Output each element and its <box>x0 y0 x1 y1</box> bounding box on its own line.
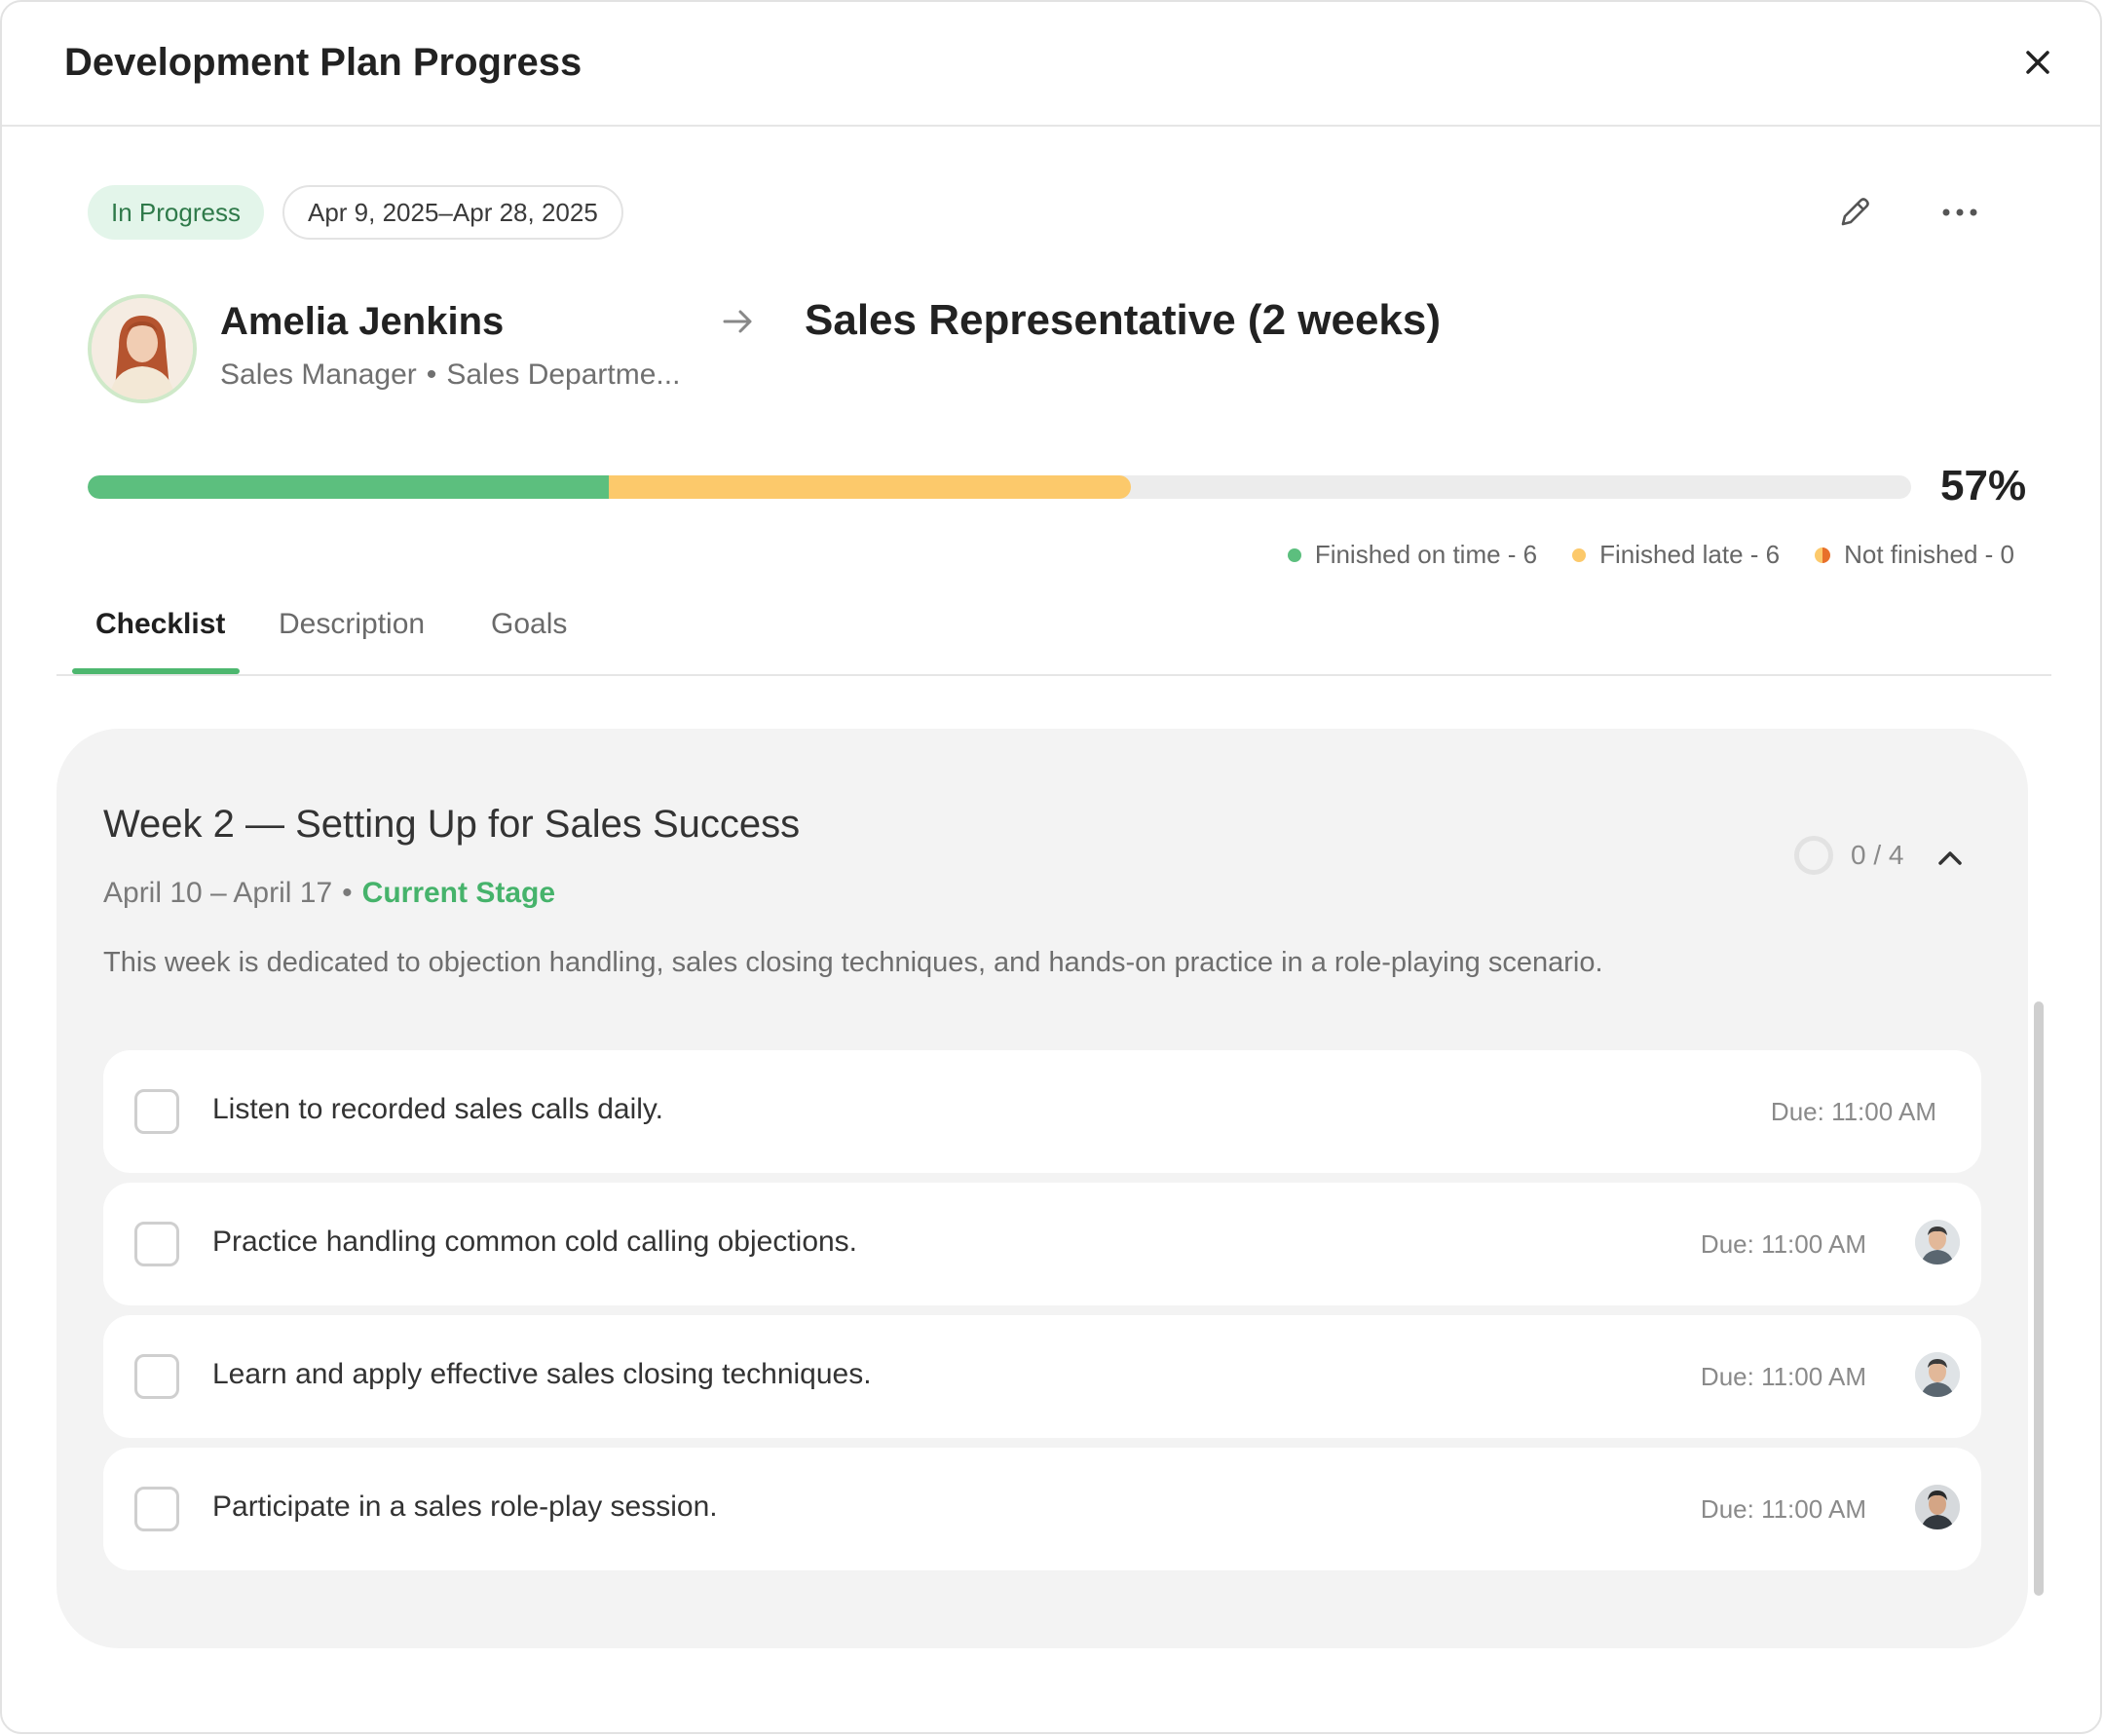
stage-date-range: April 10 – April 17 <box>103 877 333 909</box>
avatar <box>88 294 197 403</box>
tab-description[interactable]: Description <box>279 598 425 676</box>
progress-legend: Finished on time - 6 Finished late - 6 N… <box>1287 540 2014 570</box>
legend-not-finished: Not finished - 0 <box>1815 540 2014 570</box>
legend-on-time-label: Finished on time - 6 <box>1314 540 1538 569</box>
pencil-icon <box>1841 198 1869 226</box>
task-label: Learn and apply effective sales closing … <box>212 1358 872 1390</box>
progress-on-time-segment <box>88 475 610 499</box>
checklist-item: Listen to recorded sales calls daily. Du… <box>103 1050 1981 1173</box>
assignee-avatar[interactable] <box>1915 1352 1960 1397</box>
progress-bar <box>88 475 1911 499</box>
legend-not-finished-label: Not finished - 0 <box>1844 540 2014 569</box>
checklist-item: Practice handling common cold calling ob… <box>103 1183 1981 1305</box>
date-range-badge: Apr 9, 2025–Apr 28, 2025 <box>282 185 623 240</box>
close-icon <box>2026 51 2049 74</box>
legend-on-time: Finished on time - 6 <box>1287 540 1538 570</box>
stage-counter-text: 0 / 4 <box>1851 840 1904 870</box>
scrollbar[interactable] <box>2034 1001 2044 1596</box>
checklist-item: Participate in a sales role-play session… <box>103 1448 1981 1570</box>
arrow-right-icon <box>723 310 752 333</box>
stage-progress-counter: 0 / 4 <box>1794 836 1903 875</box>
person-department: Sales Departme... <box>446 359 681 391</box>
close-button[interactable] <box>2018 43 2057 82</box>
more-horizontal-icon <box>1942 208 1977 216</box>
task-label: Practice handling common cold calling ob… <box>212 1226 858 1258</box>
more-options-button[interactable] <box>1935 191 1985 234</box>
task-due: Due: 11:00 AM <box>1700 1229 1866 1259</box>
person-position: Sales Manager <box>220 359 417 391</box>
stage-description: This week is dedicated to objection hand… <box>103 947 1603 978</box>
stage-dates: April 10 – April 17 • Current Stage <box>103 877 555 910</box>
task-checkbox[interactable] <box>134 1487 179 1531</box>
person-name: Amelia Jenkins <box>220 300 505 343</box>
collapse-stage-button[interactable] <box>1931 838 1970 877</box>
development-plan-modal: Development Plan Progress In Progress Ap… <box>0 0 2102 1734</box>
progress-ring-icon <box>1794 836 1833 875</box>
separator-dot: • <box>426 359 437 391</box>
checklist-item: Learn and apply effective sales closing … <box>103 1315 1981 1438</box>
modal-title: Development Plan Progress <box>64 41 582 84</box>
task-checkbox[interactable] <box>134 1354 179 1399</box>
legend-late: Finished late - 6 <box>1572 540 1780 570</box>
task-label: Participate in a sales role-play session… <box>212 1491 718 1523</box>
stage-title: Week 2 — Setting Up for Sales Success <box>103 803 801 846</box>
orange-half-dot-icon <box>1815 547 1831 563</box>
task-due: Due: 11:00 AM <box>1770 1097 1936 1126</box>
current-stage-label: Current Stage <box>361 877 556 909</box>
active-tab-indicator <box>72 668 240 674</box>
progress-percent: 57% <box>1940 462 2027 509</box>
assignee-avatar[interactable] <box>1915 1220 1960 1264</box>
person-meta: Sales Manager • Sales Departme... <box>220 359 680 392</box>
task-due: Due: 11:00 AM <box>1700 1494 1866 1524</box>
task-checkbox[interactable] <box>134 1222 179 1266</box>
legend-late-label: Finished late - 6 <box>1599 540 1781 569</box>
task-due: Due: 11:00 AM <box>1700 1362 1866 1391</box>
task-checkbox[interactable] <box>134 1089 179 1134</box>
task-label: Listen to recorded sales calls daily. <box>212 1093 664 1125</box>
tab-checklist[interactable]: Checklist <box>95 598 225 676</box>
yellow-dot-icon <box>1572 547 1587 562</box>
edit-button[interactable] <box>1833 191 1876 234</box>
tab-bar: Checklist Description Goals <box>56 598 2051 676</box>
progress-late-segment <box>609 475 1131 499</box>
target-role-title: Sales Representative (2 weeks) <box>805 296 1442 344</box>
assignee-avatar[interactable] <box>1915 1485 1960 1529</box>
stage-card: Week 2 — Setting Up for Sales Success Ap… <box>56 729 2028 1648</box>
chevron-up-icon <box>1938 851 1962 865</box>
green-dot-icon <box>1287 547 1301 562</box>
status-badge: In Progress <box>88 185 264 240</box>
tab-goals[interactable]: Goals <box>491 598 567 676</box>
separator-dot: • <box>342 877 353 909</box>
modal-header: Development Plan Progress <box>2 2 2100 127</box>
